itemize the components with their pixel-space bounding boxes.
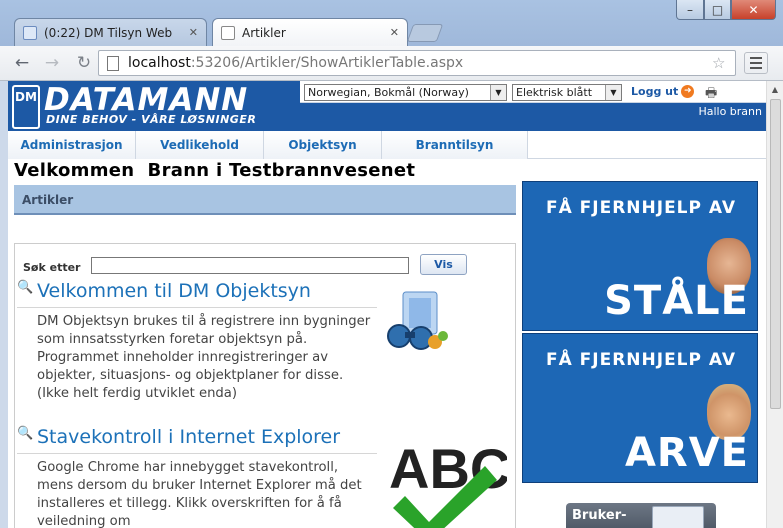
language-select[interactable]: Norwegian, Bokmål (Norway) ▼ — [304, 84, 507, 101]
vertical-scrollbar[interactable]: ▲ — [766, 81, 783, 528]
articles-panel: Artikler Søk etter Vis 🔍 Velkommen til D… — [14, 185, 516, 528]
main-nav: Administrasjon Vedlikehold Objektsyn Bra… — [8, 131, 766, 159]
ad-heading: FÅ FJERNHJELP AV — [545, 350, 737, 370]
logout-label: Logg ut — [631, 85, 679, 98]
section-header: Artikler — [14, 185, 516, 215]
logout-link[interactable]: Logg ut ➜ — [631, 85, 695, 98]
reload-icon[interactable]: ↻ — [72, 51, 96, 75]
tab-dm-tilsyn[interactable]: (0:22) DM Tilsyn Web ✕ — [14, 18, 207, 46]
url-host: localhost — [128, 55, 191, 71]
browser-toolbar: ← → ↻ localhost:53206/Artikler/ShowArtik… — [0, 46, 783, 81]
tab-close-icon[interactable]: ✕ — [189, 26, 198, 39]
scroll-up-icon[interactable]: ▲ — [767, 81, 783, 98]
divider — [17, 307, 377, 308]
chevron-down-icon: ▼ — [490, 85, 506, 100]
url-path: :53206/Artikler/ShowArtiklerTable.aspx — [190, 55, 464, 71]
logout-arrow-icon: ➜ — [681, 85, 695, 98]
site-header: DM DATAMANN DINE BEHOV - VÅRE LØSNINGER … — [8, 81, 766, 131]
page-icon — [107, 55, 119, 71]
article-list: Søk etter Vis 🔍 Velkommen til DM Objekts… — [14, 243, 516, 528]
article-body: DM Objektsyn brukes til å registrere inn… — [37, 314, 371, 401]
minimize-button[interactable]: – — [676, 0, 704, 20]
tab-favicon-icon — [23, 25, 37, 40]
page-title: Velkommen Brann i Testbrannvesenet — [14, 160, 416, 181]
language-select-value: Norwegian, Bokmål (Norway) — [308, 86, 469, 99]
forward-arrow-icon[interactable]: → — [40, 51, 64, 75]
magnifier-icon: 🔍 — [17, 426, 34, 441]
tab-artikler[interactable]: Artikler ✕ — [212, 18, 408, 46]
ad-heading: FÅ FJERNHJELP AV — [545, 198, 737, 218]
nav-item-administrasjon[interactable]: Administrasjon — [8, 131, 136, 159]
ad-name: STÅLE — [604, 278, 749, 324]
theme-select-value: Elektrisk blått — [516, 86, 593, 99]
new-tab-button[interactable] — [406, 24, 444, 42]
article-title-link[interactable]: Velkommen til DM Objektsyn — [37, 280, 311, 302]
maximize-button[interactable]: □ — [704, 0, 731, 20]
user-manual-button[interactable]: Bruker- — [566, 503, 716, 528]
nav-item-branntilsyn[interactable]: Branntilsyn — [382, 131, 528, 159]
remote-help-ad-arve[interactable]: FÅ FJERNHJELP AV ARVE — [522, 333, 758, 483]
back-arrow-icon[interactable]: ← — [10, 51, 34, 75]
user-greeting: Hallo brann — [698, 105, 762, 118]
article-title-link[interactable]: Stavekontroll i Internet Explorer — [37, 426, 340, 448]
address-bar[interactable]: localhost:53206/Artikler/ShowArtiklerTab… — [98, 50, 736, 76]
ad-name: ARVE — [624, 430, 749, 476]
vis-button[interactable]: Vis — [420, 254, 467, 275]
close-window-button[interactable]: ✕ — [731, 0, 776, 20]
document-icon — [221, 25, 235, 40]
magnifier-icon: 🔍 — [17, 280, 34, 295]
logo-tagline: DINE BEHOV - VÅRE LØSNINGER — [46, 113, 257, 126]
browser-window: (0:22) DM Tilsyn Web ✕ Artikler ✕ – □ ✕ … — [0, 0, 783, 528]
header-controls: Norwegian, Bokmål (Norway) ▼ Elektrisk bl… — [300, 81, 766, 103]
binoculars-icon — [387, 291, 448, 350]
scrollbar-thumb[interactable] — [770, 99, 781, 409]
article-body: Google Chrome har innebygget stavekontro… — [37, 460, 362, 528]
abc-checkmark-icon: ABC — [389, 437, 507, 528]
browser-menu-icon[interactable] — [744, 52, 768, 74]
manual-label: Bruker- — [572, 508, 627, 523]
bookmark-star-icon[interactable]: ☆ — [712, 54, 725, 72]
title-bar: (0:22) DM Tilsyn Web ✕ Artikler ✕ – □ ✕ — [0, 0, 783, 46]
nav-item-vedlikehold[interactable]: Vedlikehold — [136, 131, 264, 159]
search-label: Søk etter — [23, 261, 81, 274]
page-content: DM DATAMANN DINE BEHOV - VÅRE LØSNINGER … — [8, 81, 766, 528]
tab-close-icon[interactable]: ✕ — [390, 26, 399, 39]
tab-label: (0:22) DM Tilsyn Web — [44, 25, 173, 40]
print-icon[interactable]: 🖶 — [705, 84, 717, 106]
nav-item-objektsyn[interactable]: Objektsyn — [264, 131, 382, 159]
search-input[interactable] — [91, 257, 409, 274]
svg-text:ABC: ABC — [389, 437, 507, 500]
book-icon — [652, 506, 704, 528]
theme-select[interactable]: Elektrisk blått ▼ — [512, 84, 622, 101]
chevron-down-icon: ▼ — [605, 85, 621, 100]
logo-badge: DM — [12, 85, 40, 129]
remote-help-ad-stale[interactable]: FÅ FJERNHJELP AV STÅLE — [522, 181, 758, 331]
divider — [17, 453, 377, 454]
tab-label: Artikler — [242, 25, 286, 40]
sidebar-ads: FÅ FJERNHJELP AV STÅLE FÅ FJERNHJELP AV … — [522, 181, 758, 528]
